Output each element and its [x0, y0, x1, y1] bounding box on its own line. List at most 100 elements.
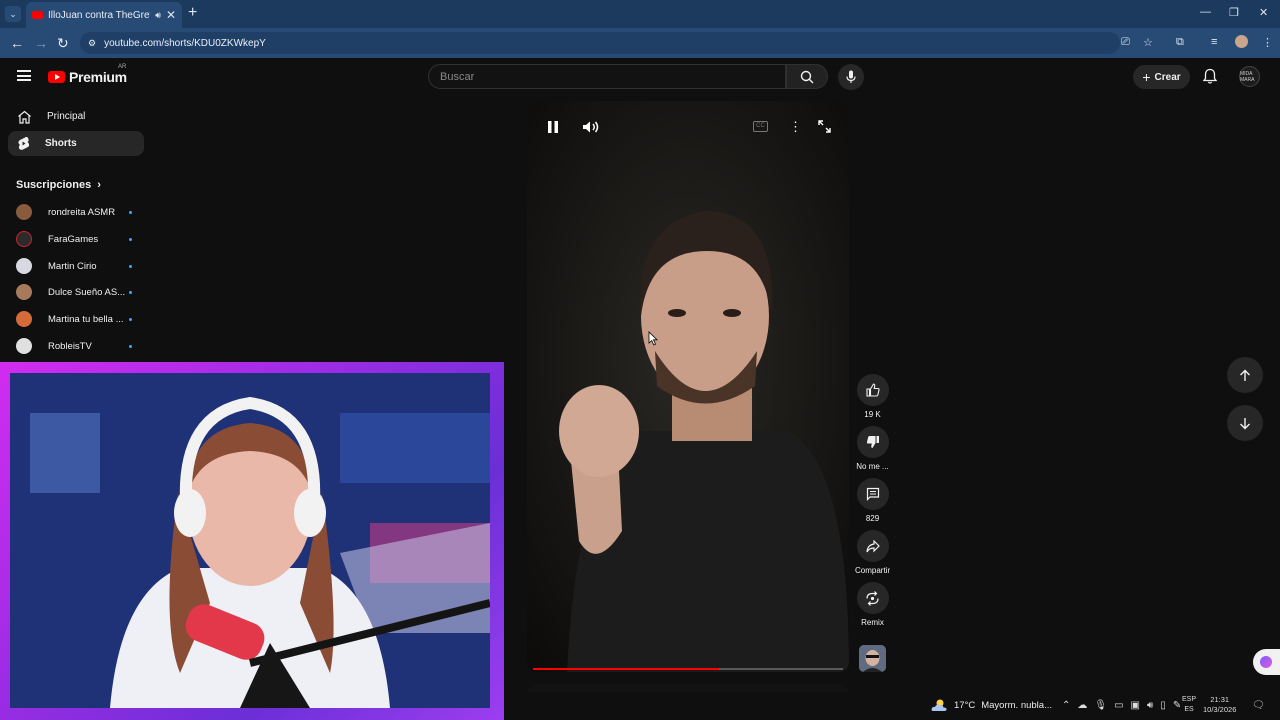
- new-content-dot: [129, 237, 132, 241]
- next-short-button[interactable]: [1227, 405, 1263, 441]
- subscription-item[interactable]: Martina tu bella ...: [16, 310, 144, 328]
- comment-icon: [866, 487, 879, 501]
- pause-icon: [548, 121, 558, 133]
- short-video-player[interactable]: CC ⋮: [527, 101, 849, 672]
- sidebar-item-label: Principal: [47, 111, 86, 122]
- notifications-tray-icon[interactable]: 🗨︎: [1252, 700, 1265, 711]
- forward-icon[interactable]: →: [34, 35, 48, 51]
- subscription-item[interactable]: RobleisTV: [16, 337, 144, 355]
- subscription-item[interactable]: FaraGames: [16, 230, 144, 248]
- address-bar[interactable]: ⚙ youtube.com/shorts/KDU0ZKWkepY: [80, 32, 1120, 54]
- dislike-label: No me ...: [856, 462, 889, 471]
- weather-widget[interactable]: 17°C Mayorm. nubla...: [931, 698, 1052, 712]
- site-info-icon[interactable]: ⚙: [88, 38, 96, 49]
- subscription-item[interactable]: Martin Cirio: [16, 257, 144, 275]
- youtube-logo-icon: [48, 71, 65, 83]
- pause-button[interactable]: [547, 120, 559, 139]
- channel-avatar-image: [859, 645, 886, 672]
- media-control-icon[interactable]: ≡: [1211, 36, 1217, 48]
- search-input[interactable]: Buscar: [428, 64, 786, 89]
- dislike-button[interactable]: No me ...: [855, 426, 890, 471]
- captions-icon[interactable]: CC: [753, 121, 768, 132]
- shorts-icon: [18, 136, 30, 150]
- close-window-icon[interactable]: ✕: [1259, 6, 1268, 19]
- fullscreen-button[interactable]: [818, 120, 831, 138]
- remix-button[interactable]: Remix: [855, 582, 890, 627]
- chevron-up-icon[interactable]: ⌃: [1062, 700, 1070, 711]
- subscription-item[interactable]: rondreita ASMR: [16, 203, 144, 221]
- more-options-icon[interactable]: ⋮: [789, 119, 802, 135]
- chrome-menu-icon[interactable]: ⋮: [1262, 36, 1273, 49]
- weather-temperature: 17°C: [954, 699, 976, 711]
- account-avatar[interactable]: MIDA MARA: [1239, 66, 1260, 87]
- clock-date: 10/3/2026: [1203, 705, 1237, 714]
- arrow-up-icon: [1240, 369, 1250, 381]
- network-app-icon[interactable]: ☁: [1077, 700, 1087, 711]
- pen-icon[interactable]: ✎: [1173, 700, 1181, 711]
- menu-icon[interactable]: [17, 70, 31, 81]
- back-icon[interactable]: ←: [10, 35, 24, 51]
- speaker-icon[interactable]: 🔊︎: [155, 10, 161, 21]
- speaker-tray-icon[interactable]: 🔊︎: [1147, 700, 1153, 711]
- search-button[interactable]: [786, 64, 828, 89]
- subscription-item[interactable]: Dulce Sueño AS...: [16, 283, 144, 301]
- comments-button[interactable]: 829: [855, 478, 890, 523]
- remix-icon: [866, 590, 879, 606]
- side-widget-button[interactable]: [1253, 649, 1280, 675]
- extensions-icon[interactable]: ⧉: [1176, 36, 1184, 49]
- monitor-icon[interactable]: ▣: [1131, 700, 1140, 711]
- share-button[interactable]: Compartir: [855, 530, 890, 575]
- webcam-feed: [10, 373, 490, 708]
- new-tab-button[interactable]: +: [188, 4, 197, 22]
- like-button[interactable]: 19 K: [855, 374, 890, 419]
- channel-avatar: [16, 204, 32, 220]
- weather-cloud-icon: [931, 699, 947, 711]
- channel-avatar: [16, 258, 32, 274]
- channel-name: Dulce Sueño AS...: [48, 286, 126, 298]
- microphone-tray-icon[interactable]: 🎙︎: [1094, 700, 1107, 711]
- fullscreen-icon: [818, 120, 831, 133]
- reload-icon[interactable]: ↻: [57, 35, 69, 52]
- close-tab-icon[interactable]: ✕: [166, 8, 176, 22]
- profile-avatar[interactable]: [1235, 35, 1248, 48]
- weather-description: Mayorm. nubla...: [981, 699, 1052, 711]
- bookmark-star-icon[interactable]: ☆: [1143, 36, 1153, 49]
- notifications-button[interactable]: [1202, 68, 1218, 90]
- sidebar-item-label: Shorts: [45, 138, 77, 149]
- volume-button[interactable]: [582, 120, 600, 139]
- logo-text: Premium: [69, 69, 127, 85]
- address-toolbar: ← → ↻ ⚙ youtube.com/shorts/KDU0ZKWkepY ⎚…: [0, 28, 1280, 58]
- language-code: ESP: [1182, 696, 1197, 703]
- arrow-down-icon: [1240, 417, 1250, 429]
- logo-country: AR: [118, 64, 127, 70]
- voice-search-button[interactable]: [838, 64, 864, 90]
- home-icon: [18, 110, 31, 124]
- sidebar-item-shorts[interactable]: Shorts: [8, 131, 144, 156]
- restore-icon[interactable]: ❐: [1229, 6, 1239, 19]
- video-progress-bar[interactable]: [533, 668, 843, 670]
- browser-tab[interactable]: IlloJuan contra TheGrefg en 🔊︎ ✕: [26, 2, 182, 28]
- mouse-cursor-icon: [648, 331, 658, 346]
- youtube-premium-logo[interactable]: Premium AR: [48, 64, 127, 85]
- plus-icon: +: [1142, 69, 1151, 85]
- previous-short-button[interactable]: [1227, 357, 1263, 393]
- clock[interactable]: 21:31 10/3/2026: [1203, 695, 1236, 715]
- youtube-header: Premium AR Buscar + Crear MIDA MARA: [0, 58, 1280, 98]
- battery-icon[interactable]: ▯: [1160, 700, 1166, 711]
- create-label: Crear: [1154, 71, 1181, 83]
- new-content-dot: [129, 264, 132, 268]
- cast-icon[interactable]: ⎚: [1121, 36, 1130, 49]
- channel-avatar-thumbnail[interactable]: [859, 645, 886, 672]
- comment-count: 829: [865, 514, 880, 523]
- input-language-indicator[interactable]: ESP ES: [1182, 695, 1196, 715]
- subscriptions-header[interactable]: Suscripciones ›: [16, 179, 101, 191]
- volume-icon: [583, 121, 599, 133]
- create-button[interactable]: + Crear: [1133, 65, 1190, 89]
- display-icon[interactable]: ▭: [1114, 700, 1123, 711]
- minimize-icon[interactable]: —: [1200, 6, 1211, 18]
- clock-time: 21:31: [1210, 695, 1230, 704]
- thumbs-up-icon: [865, 383, 880, 397]
- sidebar-item-principal[interactable]: Principal: [8, 104, 144, 129]
- tab-search-button[interactable]: ⌄: [5, 6, 21, 22]
- channel-avatar: [16, 311, 32, 327]
